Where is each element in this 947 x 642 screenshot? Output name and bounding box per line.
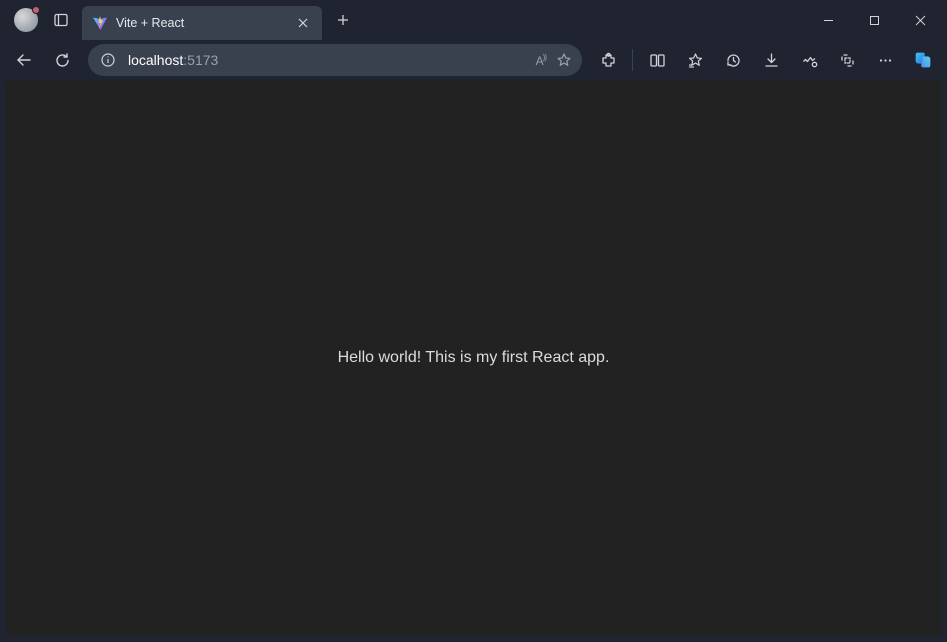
minimize-button[interactable] xyxy=(805,0,851,40)
read-aloud-icon[interactable]: A)) xyxy=(536,53,546,68)
vite-favicon-icon xyxy=(92,15,108,31)
tab-title: Vite + React xyxy=(116,16,286,30)
copilot-button[interactable] xyxy=(905,44,941,76)
close-window-button[interactable] xyxy=(897,0,943,40)
downloads-button[interactable] xyxy=(753,44,789,76)
favorites-button[interactable] xyxy=(677,44,713,76)
toolbar: localhost:5173 A)) xyxy=(0,40,947,80)
browser-tab[interactable]: Vite + React xyxy=(82,6,322,40)
history-button[interactable] xyxy=(715,44,751,76)
new-tab-button[interactable] xyxy=(328,5,358,35)
address-bar[interactable]: localhost:5173 A)) xyxy=(88,44,582,76)
profile-avatar[interactable] xyxy=(14,8,38,32)
screenshot-button[interactable] xyxy=(829,44,865,76)
url-host: localhost xyxy=(128,52,183,68)
maximize-button[interactable] xyxy=(851,0,897,40)
more-menu-button[interactable] xyxy=(867,44,903,76)
site-info-icon[interactable] xyxy=(98,50,118,70)
hello-world-text: Hello world! This is my first React app. xyxy=(338,349,610,367)
titlebar: Vite + React xyxy=(0,0,947,40)
back-button[interactable] xyxy=(6,44,42,76)
viewport: Hello world! This is my first React app. xyxy=(0,80,947,642)
page-content: Hello world! This is my first React app. xyxy=(6,80,941,636)
refresh-button[interactable] xyxy=(44,44,80,76)
url-text: localhost:5173 xyxy=(128,52,526,68)
tab-actions-button[interactable] xyxy=(44,3,78,37)
split-screen-button[interactable] xyxy=(639,44,675,76)
extensions-button[interactable] xyxy=(590,44,626,76)
toolbar-divider xyxy=(632,49,633,71)
performance-button[interactable] xyxy=(791,44,827,76)
favorite-star-icon[interactable] xyxy=(556,52,572,68)
tab-close-button[interactable] xyxy=(294,14,312,32)
notification-dot-icon xyxy=(32,6,40,14)
url-port: :5173 xyxy=(183,52,218,68)
window-controls xyxy=(805,0,943,40)
